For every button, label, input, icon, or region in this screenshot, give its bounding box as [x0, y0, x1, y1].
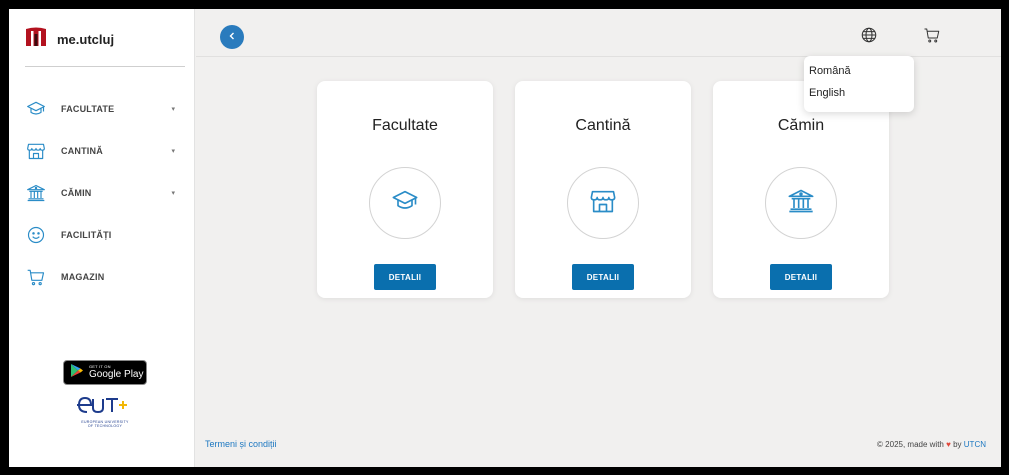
google-play-badge[interactable]: GET IT ON Google Play [63, 360, 147, 385]
utcluj-logo-icon [25, 26, 47, 53]
sidebar-item-label: FACULTATE [61, 104, 115, 114]
language-dropdown: Română English [804, 56, 914, 112]
sidebar-item-label: MAGAZIN [61, 272, 105, 282]
cart-icon [923, 26, 941, 49]
card-camin: Cămin DETALII [713, 81, 889, 298]
storefront-icon [589, 187, 617, 220]
institution-icon [787, 187, 815, 220]
sidebar-item-facultate[interactable]: FACULTATE ▾ [25, 88, 185, 130]
card-title: Cămin [777, 117, 825, 134]
sidebar-item-magazin[interactable]: MAGAZIN [25, 256, 185, 298]
terms-link[interactable]: Termeni și condiții [205, 439, 277, 449]
details-button[interactable]: DETALII [770, 264, 832, 290]
eut-caption-line2: OF TECHNOLOGY [87, 424, 123, 428]
details-button[interactable]: DETALII [572, 264, 634, 290]
card-icon-circle [765, 167, 837, 239]
copyright-text: © 2025, made with [877, 440, 944, 449]
by-text: by [953, 440, 962, 449]
sidebar-item-label: CANTINĂ [61, 146, 103, 156]
chevron-down-icon: ▾ [171, 148, 175, 155]
google-play-icon [70, 363, 84, 383]
language-button[interactable] [858, 26, 880, 48]
details-button[interactable]: DETALII [374, 264, 436, 290]
sidebar: me.utcluj FACULTATE ▾ CANTINĂ ▾ CĂMIN ▾ … [9, 9, 195, 467]
card-title: Facultate [372, 117, 438, 134]
card-icon-circle [567, 167, 639, 239]
cart-icon [25, 266, 47, 288]
google-play-label: Google Play [89, 369, 144, 380]
smiley-icon [25, 224, 47, 246]
eut-logo-mark [77, 396, 127, 414]
card-title: Cantină [575, 117, 631, 134]
chevron-down-icon: ▾ [171, 106, 175, 113]
institution-icon [25, 182, 47, 204]
utcn-link[interactable]: UTCN [964, 440, 986, 449]
card-facultate: Facultate DETALII [317, 81, 493, 298]
cart-button[interactable] [921, 26, 943, 48]
heart-icon: ♥ [946, 440, 951, 449]
card-cantina: Cantină DETALII [515, 81, 691, 298]
language-option-english[interactable]: English [804, 85, 914, 107]
chevron-down-icon: ▾ [171, 190, 175, 197]
sidebar-item-cantina[interactable]: CANTINĂ ▾ [25, 130, 185, 172]
back-chevron-icon [227, 28, 237, 46]
card-icon-circle [369, 167, 441, 239]
sidebar-nav: FACULTATE ▾ CANTINĂ ▾ CĂMIN ▾ FACILITĂȚI… [25, 88, 185, 298]
sidebar-item-label: FACILITĂȚI [61, 230, 112, 240]
graduation-cap-icon [391, 187, 419, 220]
graduation-cap-icon [25, 98, 47, 120]
collapse-sidebar-button[interactable] [220, 25, 244, 49]
brand[interactable]: me.utcluj [25, 27, 114, 51]
globe-icon [860, 26, 878, 49]
eut-logo[interactable]: EUROPEAN UNIVERSITY OF TECHNOLOGY [63, 393, 147, 429]
brand-name: me.utcluj [57, 31, 115, 47]
sidebar-divider [25, 66, 185, 67]
storefront-icon [25, 140, 47, 162]
sidebar-item-camin[interactable]: CĂMIN ▾ [25, 172, 185, 214]
app-window: me.utcluj FACULTATE ▾ CANTINĂ ▾ CĂMIN ▾ … [9, 9, 1001, 467]
footer-copyright: © 2025, made with ♥ by UTCN [877, 440, 986, 449]
sidebar-item-label: CĂMIN [61, 188, 92, 198]
sidebar-item-facilitati[interactable]: FACILITĂȚI [25, 214, 185, 256]
language-option-romana[interactable]: Română [804, 63, 914, 85]
